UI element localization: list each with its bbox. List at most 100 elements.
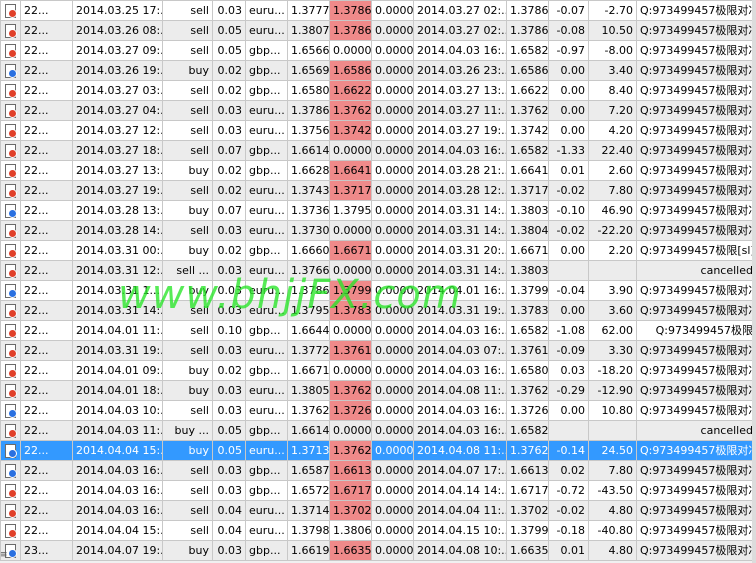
cell-type: sell [162, 220, 213, 241]
cell-open-time: 2014.03.28 13:... [72, 200, 163, 221]
cell-tp: 0.0000 [371, 120, 414, 141]
cell-comment: Q:973499457极限对冲 [636, 160, 756, 181]
cell-close-time: 2014.04.15 10:... [413, 520, 507, 541]
cell-symbol: gbp... [245, 360, 288, 381]
table-row[interactable]: 22... 2014.03.27 04:... sell 0.03 euru... 1.3… [0, 100, 756, 121]
cell-type: buy [162, 60, 213, 81]
cell-comment: Q:973499457极限对冲 [636, 0, 756, 21]
order-blue-icon [4, 204, 17, 218]
cell-open-price: 1.6619 [287, 540, 330, 561]
table-row[interactable]: 22... 2014.03.31 19:... sell 0.03 euru... 1.3… [0, 340, 756, 361]
cell-ticket: 22... [20, 300, 73, 321]
cell-volume: 0.05 [212, 20, 246, 41]
cell-swap: 0.00 [548, 300, 589, 321]
order-red-icon [4, 324, 17, 338]
cell-tp: 0.0000 [371, 460, 414, 481]
cell-close-price: 1.6717 [506, 480, 549, 501]
table-row[interactable]: 22... 2014.04.04 15:... sell 0.04 euru... 1.3… [0, 520, 756, 541]
cell-ticket: 22... [20, 0, 73, 21]
cell-open-time: 2014.03.31 00:... [72, 240, 163, 261]
table-row[interactable]: 22... 2014.03.26 08:... sell 0.05 euru... 1.3… [0, 20, 756, 41]
cell-close-price: 1.3786 [506, 0, 549, 21]
table-row[interactable]: 22... 2014.04.03 16:... sell 0.03 gbp... 1.65… [0, 460, 756, 481]
table-row[interactable]: 22... 2014.03.27 13:... buy 0.02 gbp... 1.662… [0, 160, 756, 181]
cell-volume: 0.03 [212, 540, 246, 561]
cell-open-price: 1.6614 [287, 140, 330, 161]
table-row[interactable]: 22... 2014.03.27 19:... sell 0.02 euru... 1.3… [0, 180, 756, 201]
cell-open-price: 1.6671 [287, 360, 330, 381]
table-row[interactable]: 22... 2014.03.27 18:... sell 0.07 gbp... 1.66… [0, 140, 756, 161]
cell-volume: 0.03 [212, 0, 246, 21]
order-red-icon [4, 384, 17, 398]
cell-comment: Q:973499457极限对冲 [636, 500, 756, 521]
cell-close-time: 2014.04.08 11:... [413, 380, 507, 401]
cell-volume: 0.03 [212, 380, 246, 401]
cell-close-price: 1.3702 [506, 500, 549, 521]
table-row[interactable]: 22... 2014.03.25 17:... sell 0.03 euru... 1.3… [0, 0, 756, 21]
cell-tp: 0.0000 [371, 300, 414, 321]
order-red-icon [4, 364, 17, 378]
cell-volume: 0.02 [212, 180, 246, 201]
cell-close-time: 2014.03.27 19:... [413, 120, 507, 141]
table-row[interactable]: 22... 2014.03.27 12:... sell 0.03 euru... 1.3… [0, 120, 756, 141]
order-blue-icon [4, 404, 17, 418]
order-status-cell [0, 160, 21, 181]
table-row[interactable]: 22... 2014.03.27 03:... sell 0.02 gbp... 1.65… [0, 80, 756, 101]
table-row[interactable]: 22... 2014.04.03 16:... sell 0.04 euru... 1.3… [0, 500, 756, 521]
cell-close-price: 1.3726 [506, 400, 549, 421]
cell-profit: -8.00 [588, 40, 637, 61]
table-row[interactable]: 22... 2014.03.31 14:... sell 0.03 euru... 1.3… [0, 300, 756, 321]
table-row[interactable]: 22... 2014.04.03 11:... buy ... 0.05 gbp... 1… [0, 420, 756, 441]
table-row[interactable]: 22... 2014.04.01 09:... buy 0.02 gbp... 1.667… [0, 360, 756, 381]
cell-type: buy [162, 380, 213, 401]
cell-symbol: gbp... [245, 160, 288, 181]
table-row[interactable]: 22... 2014.04.03 10:... sell 0.03 euru... 1.3… [0, 400, 756, 421]
table-row[interactable]: 22... 2014.03.27 09:... sell 0.05 gbp... 1.65… [0, 40, 756, 61]
cell-open-time: 2014.03.27 03:... [72, 80, 163, 101]
cell-symbol: gbp... [245, 420, 288, 441]
cell-tp: 0.0000 [371, 160, 414, 181]
cell-volume: 0.05 [212, 40, 246, 61]
table-row-selected[interactable]: 22... 2014.04.04 15:... buy 0.05 euru... 1.37… [0, 440, 756, 461]
cell-close-price: 1.6613 [506, 460, 549, 481]
order-red-icon [4, 224, 17, 238]
cell-type: buy [162, 240, 213, 261]
table-row[interactable]: 22... 2014.03.31 00:... buy 0.02 gbp... 1.666… [0, 240, 756, 261]
cell-ticket: 22... [20, 20, 73, 41]
cell-type: buy [162, 440, 213, 461]
cell-profit [588, 260, 637, 281]
cell-swap: 0.00 [548, 80, 589, 101]
table-row[interactable]: 22... 2014.04.03 16:... sell 0.03 gbp... 1.65… [0, 480, 756, 501]
cell-open-price: 1.3772 [287, 340, 330, 361]
table-row[interactable]: 22... 2014.03.28 13:... buy 0.07 euru... 1.37… [0, 200, 756, 221]
cell-close-time: 2014.03.31 19:... [413, 300, 507, 321]
cell-ticket: 22... [20, 400, 73, 421]
order-blue-icon [4, 284, 17, 298]
cell-open-time: 2014.04.03 16:... [72, 500, 163, 521]
cell-tp: 0.0000 [371, 20, 414, 41]
grip-glyph: ≡ [0, 550, 8, 560]
cell-open-price: 1.3736 [287, 200, 330, 221]
table-row[interactable]: 22... 2014.03.26 19:... buy 0.02 gbp... 1.656… [0, 60, 756, 81]
table-row[interactable]: 22... 2014.04.01 11:... sell 0.10 gbp... 1.66… [0, 320, 756, 341]
cell-ticket: 22... [20, 340, 73, 361]
table-row[interactable]: 22... 2014.03.31 1... buy 0.03 euru... 1.3786… [0, 280, 756, 301]
cell-sl: 1.6613 [329, 460, 372, 481]
table-row[interactable]: 22... 2014.03.28 14:... sell 0.03 euru... 1.3… [0, 220, 756, 241]
table-row[interactable]: 22... 2014.03.31 12:... sell ... 0.03 euru..… [0, 260, 756, 281]
table-row[interactable]: 23... 2014.04.07 19:... buy 0.03 gbp... 1.661… [0, 540, 756, 561]
cell-type: sell [162, 100, 213, 121]
scrollbar[interactable] [752, 0, 756, 563]
cell-comment: Q:973499457极限对冲 [636, 180, 756, 201]
cell-profit: 7.80 [588, 460, 637, 481]
cell-symbol: gbp... [245, 40, 288, 61]
cell-open-price: 1.6660 [287, 240, 330, 261]
cell-open-price: 1.3807 [287, 20, 330, 41]
cell-type: sell [162, 20, 213, 41]
cell-volume: 0.03 [212, 340, 246, 361]
cell-sl: 1.3702 [329, 500, 372, 521]
cell-close-price: 1.3799 [506, 520, 549, 541]
table-row[interactable]: 22... 2014.04.01 18:... buy 0.03 euru... 1.38… [0, 380, 756, 401]
cell-swap: -0.07 [548, 0, 589, 21]
cell-ticket: 22... [20, 100, 73, 121]
